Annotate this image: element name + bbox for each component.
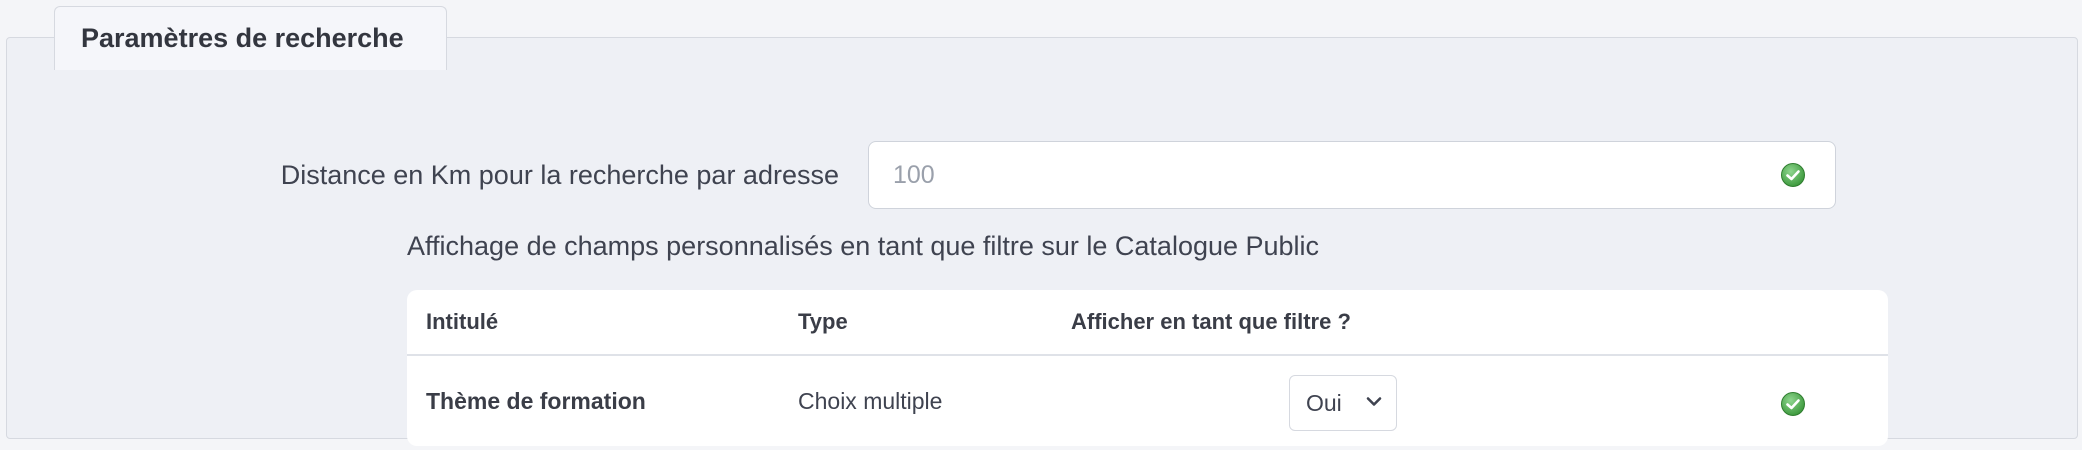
row-type-cell: Choix multiple bbox=[798, 388, 943, 414]
chevron-down-icon bbox=[1366, 397, 1382, 406]
show-as-filter-value: Oui bbox=[1306, 389, 1342, 416]
distance-input[interactable] bbox=[869, 142, 1749, 208]
distance-field[interactable] bbox=[868, 141, 1836, 209]
tab-search-parameters[interactable]: Paramètres de recherche bbox=[54, 6, 447, 70]
column-header-show-as-filter: Afficher en tant que filtre ? bbox=[1071, 309, 1351, 334]
distance-label: Distance en Km pour la recherche par adr… bbox=[280, 160, 839, 190]
search-parameters-panel: Distance en Km pour la recherche par adr… bbox=[6, 37, 2078, 446]
custom-fields-heading: Affichage de champs personnalisés en tan… bbox=[407, 231, 1320, 261]
custom-fields-table: Intitulé Type Afficher en tant que filtr… bbox=[407, 290, 1888, 446]
column-header-type: Type bbox=[798, 309, 848, 334]
distance-row: Distance en Km pour la recherche par adr… bbox=[7, 141, 2077, 209]
check-circle-icon bbox=[1781, 392, 1805, 416]
show-as-filter-select[interactable]: Oui bbox=[1289, 375, 1397, 431]
tab-title: Paramètres de recherche bbox=[81, 23, 404, 53]
row-title-cell: Thème de formation bbox=[426, 388, 646, 414]
column-header-title: Intitulé bbox=[426, 309, 499, 334]
check-circle-icon bbox=[1781, 163, 1805, 187]
